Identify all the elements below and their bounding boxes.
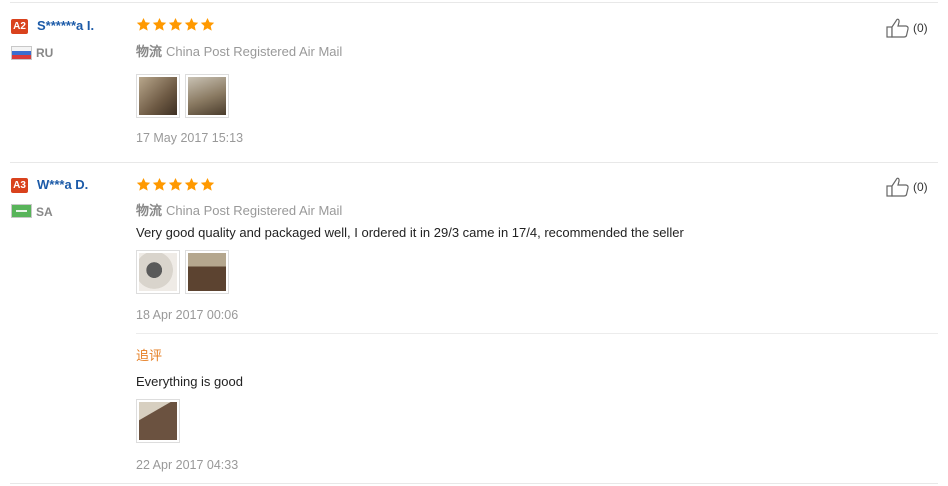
rating-stars	[136, 177, 216, 197]
saudi-arabia-flag-icon	[11, 204, 32, 218]
photo-thumbnail[interactable]	[136, 74, 180, 118]
thumbs-up-icon	[886, 177, 909, 197]
country-code: SA	[36, 205, 53, 219]
review-item: A3 W***a D. SA 物流 China Post Registered A…	[0, 162, 948, 484]
divider	[10, 483, 938, 484]
logistics-method: China Post Registered Air Mail	[166, 203, 343, 218]
followup-date: 22 Apr 2017 04:33	[136, 458, 239, 472]
divider	[136, 333, 938, 334]
reviewer-name[interactable]: S******a I.	[37, 18, 94, 33]
country-code: RU	[36, 46, 54, 60]
logistics-info: 物流 China Post Registered Air Mail	[136, 41, 342, 60]
buyer-level-badge: A3	[11, 178, 28, 193]
photo-thumbnail[interactable]	[185, 74, 229, 118]
photo-thumbnail[interactable]	[136, 399, 180, 443]
review-text: Very good quality and packaged well, I o…	[136, 225, 684, 240]
star-icon	[136, 17, 151, 31]
rating-stars	[136, 17, 216, 37]
followup-text: Everything is good	[136, 374, 243, 389]
star-icon	[168, 177, 183, 191]
logistics-method: China Post Registered Air Mail	[166, 44, 343, 59]
thumbs-up-icon	[886, 18, 909, 38]
reviewer-name[interactable]: W***a D.	[37, 177, 88, 192]
followup-label: 追评	[136, 348, 163, 363]
like-count: (0)	[913, 180, 928, 194]
star-icon	[184, 17, 199, 31]
review-item: A2 S******a I. RU 物流 China Post Registere…	[0, 0, 948, 162]
review-date: 18 Apr 2017 00:06	[136, 308, 239, 322]
star-icon	[200, 177, 215, 191]
star-icon	[200, 17, 215, 31]
photo-thumbnail[interactable]	[136, 250, 180, 294]
star-icon	[152, 177, 167, 191]
logistics-label: 物流	[136, 44, 163, 59]
russia-flag-icon	[11, 46, 32, 60]
logistics-info: 物流 China Post Registered Air Mail	[136, 200, 342, 219]
like-button[interactable]: (0)	[886, 18, 942, 40]
like-button[interactable]: (0)	[886, 177, 942, 199]
star-icon	[152, 17, 167, 31]
logistics-label: 物流	[136, 203, 163, 218]
like-count: (0)	[913, 21, 928, 35]
star-icon	[168, 17, 183, 31]
star-icon	[184, 177, 199, 191]
review-date: 17 May 2017 15:13	[136, 131, 244, 145]
photo-thumbnail[interactable]	[185, 250, 229, 294]
buyer-level-badge: A2	[11, 19, 28, 34]
star-icon	[136, 177, 151, 191]
